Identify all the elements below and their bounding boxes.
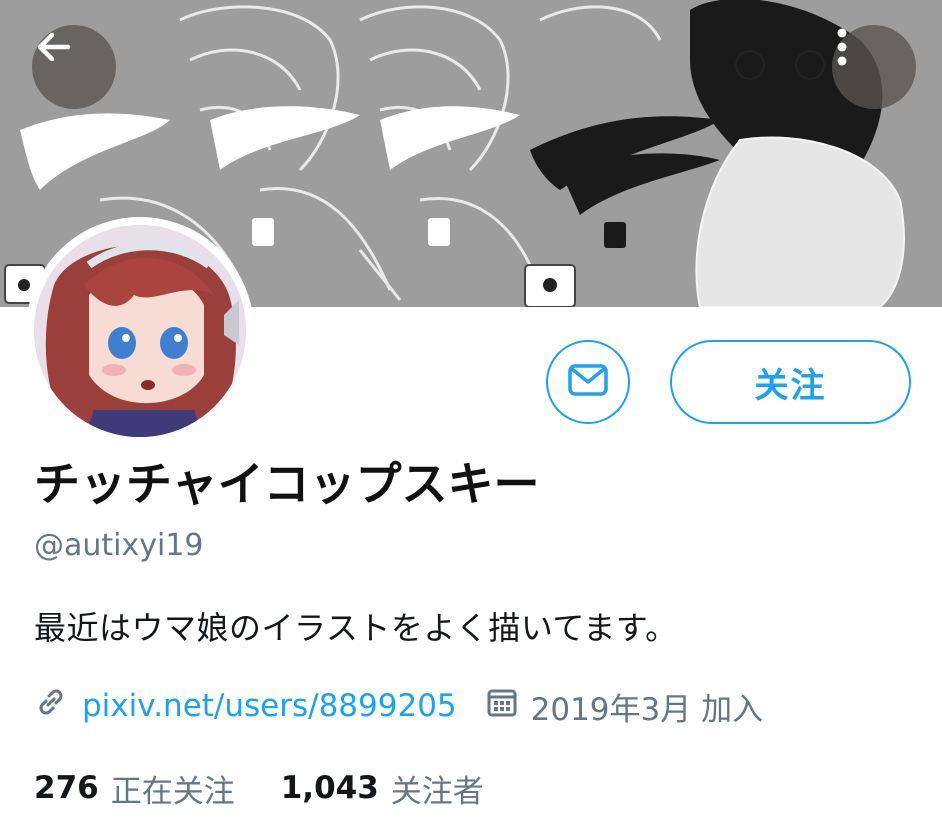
link-icon [34, 685, 68, 727]
followers-label: 关注者 [390, 773, 484, 810]
message-button[interactable] [546, 340, 630, 424]
follow-button[interactable]: 关注 [670, 340, 911, 424]
followers-count: 1,043 [280, 770, 379, 806]
profile-avatar[interactable] [26, 217, 254, 445]
followers-link[interactable]: 1,043 关注者 [281, 766, 484, 811]
user-handle: @autixyi19 [34, 528, 204, 563]
following-count: 276 [34, 770, 99, 806]
following-label: 正在关注 [110, 773, 235, 810]
joined-date: 2019年3月 加入 [530, 691, 764, 728]
back-button[interactable] [32, 25, 116, 109]
following-link[interactable]: 276 正在关注 [34, 766, 235, 811]
more-options-button[interactable] [832, 25, 916, 109]
profile-meta: pixiv.net/users/8899205 2019年3月 加入 [34, 684, 763, 728]
display-name: チッチャイコップスキー [34, 457, 540, 511]
profile-bio: 最近はウマ娘のイラストをよく描いてます。 [34, 609, 678, 647]
calendar-icon [485, 685, 519, 727]
avatar-image [34, 225, 246, 437]
mail-icon [568, 364, 608, 400]
profile-website-link[interactable]: pixiv.net/users/8899205 [82, 688, 457, 724]
follow-stats: 276 正在关注 1,043 关注者 [34, 766, 484, 810]
